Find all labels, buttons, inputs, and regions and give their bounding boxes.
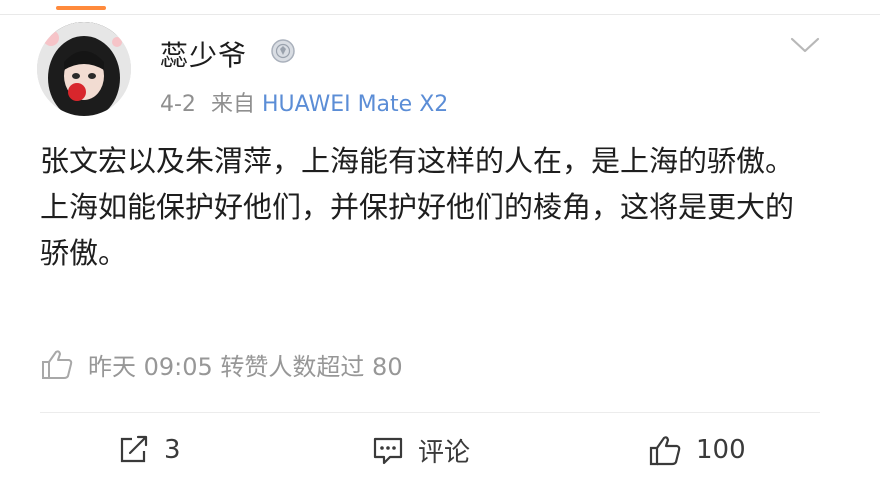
post-content: 张文宏以及朱渭萍，上海能有这样的人在，是上海的骄傲。 上海如能保护好他们，并保护… xyxy=(40,138,820,276)
repost-count: 3 xyxy=(164,435,181,465)
avatar[interactable] xyxy=(37,22,131,116)
top-divider xyxy=(0,14,880,15)
repost-icon xyxy=(120,435,148,463)
content-line: 上海如能保护好他们，并保护好他们的棱角，这将是更大的骄傲。 xyxy=(40,190,795,270)
comment-button[interactable]: 评论 xyxy=(372,430,470,470)
username[interactable]: 蕊少爷 xyxy=(160,34,247,74)
post-meta: 4-2 来自 HUAWEI Mate X2 xyxy=(160,86,448,118)
like-info-row: 昨天 09:05 转赞人数超过 80 xyxy=(40,344,403,384)
like-count: 100 xyxy=(696,435,746,465)
thumbs-up-icon xyxy=(42,350,73,379)
chevron-down-icon[interactable] xyxy=(790,36,820,54)
comment-label: 评论 xyxy=(418,437,471,468)
comment-icon xyxy=(373,437,403,465)
action-bar: 3 评论 100 xyxy=(0,430,880,470)
thumbs-up-icon xyxy=(649,436,681,466)
source-prefix: 来自 xyxy=(210,92,255,117)
actions-divider xyxy=(40,412,820,413)
repost-button[interactable]: 3 xyxy=(118,430,181,470)
medal-badge-icon xyxy=(271,39,295,63)
top-accent-bar xyxy=(56,6,106,10)
like-button[interactable]: 100 xyxy=(648,430,746,470)
source-device-link[interactable]: HUAWEI Mate X2 xyxy=(262,92,448,117)
avatar-image xyxy=(37,22,131,116)
like-info-text: 昨天 09:05 转赞人数超过 80 xyxy=(88,352,403,381)
post-date: 4-2 xyxy=(160,92,196,117)
content-line: 张文宏以及朱渭萍，上海能有这样的人在，是上海的骄傲。 xyxy=(40,144,795,178)
